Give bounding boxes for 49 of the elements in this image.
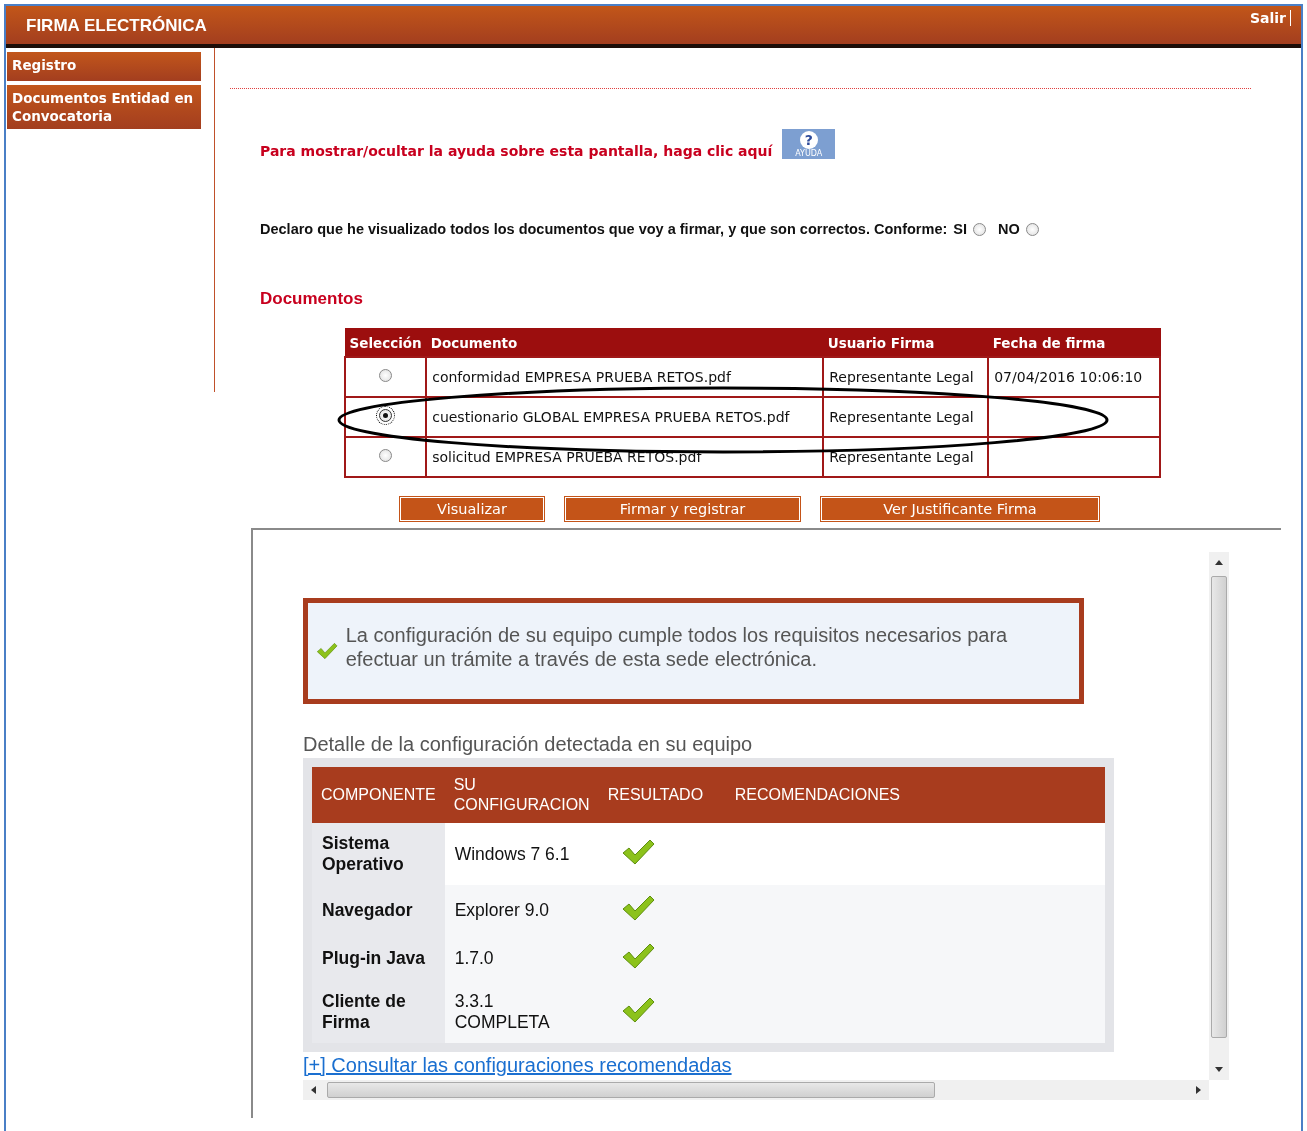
sidebar-item[interactable]: Documentos Entidad en Convocatoria — [7, 85, 201, 129]
column-header: Fecha de firma — [988, 328, 1161, 357]
signer-role: Representante Legal — [829, 409, 974, 425]
horizontal-scrollbar[interactable] — [303, 1080, 1209, 1100]
app-title: FIRMA ELECTRÓNICA — [26, 16, 207, 36]
document-name: cuestionario GLOBAL EMPRESA PRUEBA RETOS.pdf — [432, 409, 790, 425]
action-button[interactable]: Visualizar — [401, 498, 543, 520]
component-name: Plug-in Java — [312, 935, 445, 981]
recommended-config-link[interactable]: [+] Consultar las configuraciones recomendadas — [303, 1054, 732, 1077]
action-button[interactable]: Firmar y registrar — [566, 498, 799, 520]
row-radio[interactable] — [379, 409, 393, 422]
sidebar-item[interactable]: Registro — [7, 52, 201, 81]
row-radio[interactable] — [379, 449, 393, 462]
detail-heading: Detalle de la configuración detectada en su equipo — [303, 733, 754, 756]
option-label: SI — [953, 221, 967, 237]
config-value: 1.7.0 — [444, 935, 599, 981]
radio-button[interactable] — [1025, 222, 1039, 236]
scroll-arrow-icon[interactable] — [1215, 560, 1223, 565]
row-radio[interactable] — [379, 369, 393, 382]
column-header: Selección — [345, 328, 427, 357]
component-name: Cliente de Firma — [312, 981, 445, 1043]
column-header: Usuario Firma — [823, 328, 989, 357]
column-header: COMPONENTE — [312, 767, 445, 823]
radio-button[interactable] — [973, 222, 986, 236]
config-value: Explorer 9.0 — [444, 885, 599, 935]
exit-link[interactable]: Salir — [1249, 10, 1291, 26]
component-name: Sistema Operativo — [312, 823, 445, 885]
column-header: Documento — [426, 328, 824, 357]
column-header: RECOMENDACIONES — [725, 767, 1105, 823]
scroll-arrow-icon[interactable] — [311, 1086, 316, 1094]
declaration-text: Declaro que he visualizado todos los documentos que voy a firmar, y que son correctos. Conforme: — [260, 221, 948, 237]
section-heading: Documentos — [260, 289, 364, 309]
signer-role: Representante Legal — [829, 369, 974, 385]
vertical-scrollbar[interactable] — [1209, 552, 1229, 1080]
option-label: NO — [998, 221, 1020, 237]
scroll-arrow-icon[interactable] — [1196, 1086, 1201, 1094]
config-value: Windows 7 6.1 — [444, 823, 599, 885]
column-header: RESULTADO — [598, 767, 726, 823]
config-value: 3.3.1 COMPLETA — [444, 981, 599, 1043]
signature-date: 07/04/2016 10:06:10 — [994, 369, 1143, 385]
scroll-arrow-icon[interactable] — [1215, 1067, 1223, 1072]
column-header: SU CONFIGURACION — [444, 767, 599, 823]
document-name: conformidad EMPRESA PRUEBA RETOS.pdf — [432, 369, 731, 385]
component-name: Navegador — [312, 885, 445, 935]
signer-role: Representante Legal — [829, 449, 974, 465]
help-button[interactable]: ? AYUDA — [782, 129, 836, 159]
action-button[interactable]: Ver Justificante Firma — [822, 498, 1098, 520]
status-message: La configuración de su equipo cumple todos los requisitos necesarios para efectuar un trámite a través de esta sede electrónica. — [345, 623, 1009, 671]
help-text: Para mostrar/ocultar la ayuda sobre esta pantalla, haga clic aquí — [260, 143, 773, 159]
